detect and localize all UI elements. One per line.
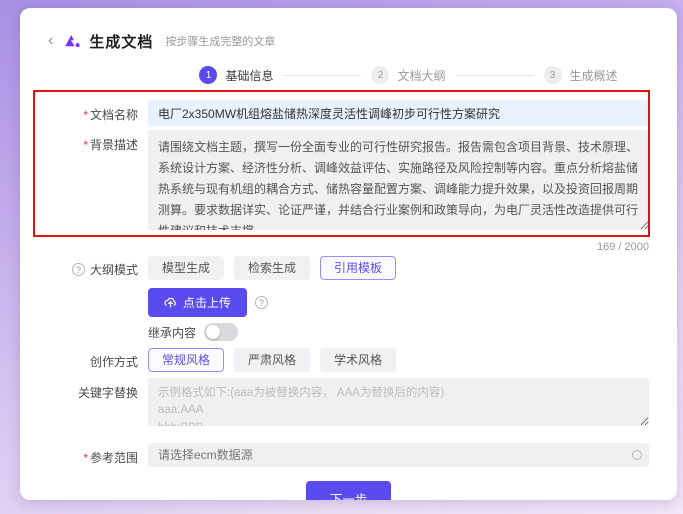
char-counter: 169 / 2000 (20, 239, 677, 253)
step-3-label: 生成概述 (570, 67, 618, 84)
required-mark: * (83, 108, 88, 122)
reference-row: *参考范围 (20, 443, 677, 467)
stepper-connector (283, 75, 361, 76)
back-chevron-icon[interactable]: ‹ (46, 33, 55, 49)
doc-name-label: *文档名称 (28, 100, 148, 123)
upload-icon (164, 296, 177, 309)
doc-name-row: *文档名称 (20, 100, 677, 126)
style-regular-chip[interactable]: 常规风格 (148, 348, 224, 372)
required-mark: * (83, 138, 88, 152)
outline-mode-retrieval-chip[interactable]: 检索生成 (234, 256, 310, 280)
step-1-dot: 1 (199, 66, 217, 84)
step-2-dot: 2 (371, 66, 389, 84)
style-serious-chip[interactable]: 严肃风格 (234, 348, 310, 372)
keyword-row: 关键字替换 (20, 378, 677, 431)
reference-select-input[interactable] (148, 443, 649, 467)
keyword-textarea[interactable] (148, 378, 649, 426)
upload-button[interactable]: 点击上传 (148, 288, 247, 317)
inherit-label: 继承内容 (148, 324, 196, 341)
doc-name-input[interactable] (148, 100, 649, 126)
background-textarea[interactable]: 请围绕文档主题，撰写一份全面专业的可行性研究报告。报告需包含项目背景、技术原理、… (148, 130, 649, 230)
reference-label: *参考范围 (28, 443, 148, 466)
header: ‹ 生成文档 按步骤生成完整的文章 (46, 30, 677, 52)
outline-mode-row: ? 大纲模式 模型生成 检索生成 引用模板 (20, 255, 677, 280)
upload-row: 点击上传 ? (20, 288, 677, 317)
outline-mode-model-chip[interactable]: 模型生成 (148, 256, 224, 280)
step-basic-info: 1 基础信息 (199, 66, 273, 84)
required-mark: * (83, 451, 88, 465)
page-subtitle: 按步骤生成完整的文章 (165, 33, 275, 49)
inherit-toggle[interactable] (204, 323, 238, 341)
step-generate-summary: 3 生成概述 (544, 66, 618, 84)
background-row: *背景描述 请围绕文档主题，撰写一份全面专业的可行性研究报告。报告需包含项目背景… (20, 130, 677, 235)
outline-mode-template-chip[interactable]: 引用模板 (320, 256, 396, 280)
upload-button-label: 点击上传 (183, 294, 231, 311)
style-label: 创作方式 (28, 347, 148, 370)
reference-picker-icon[interactable] (632, 450, 642, 460)
basic-info-form: *文档名称 *背景描述 请围绕文档主题，撰写一份全面专业的可行性研究报告。报告需… (20, 100, 677, 500)
stepper-connector (456, 75, 534, 76)
style-row: 创作方式 常规风格 严肃风格 学术风格 (20, 347, 677, 372)
page-title: 生成文档 (89, 31, 153, 52)
step-doc-outline: 2 文档大纲 (371, 66, 445, 84)
app-logo-icon (63, 32, 81, 50)
outline-mode-label: ? 大纲模式 (28, 255, 148, 278)
step-2-label: 文档大纲 (397, 67, 445, 84)
style-academic-chip[interactable]: 学术风格 (320, 348, 396, 372)
inherit-row: 继承内容 (20, 323, 677, 341)
step-1-label: 基础信息 (225, 67, 273, 84)
next-step-button[interactable]: 下一步 (306, 481, 392, 500)
toggle-knob (206, 325, 220, 339)
stepper: 1 基础信息 2 文档大纲 3 生成概述 (20, 66, 677, 84)
background-label: *背景描述 (28, 130, 148, 153)
keyword-label: 关键字替换 (28, 378, 148, 401)
step-3-dot: 3 (544, 66, 562, 84)
upload-help-icon[interactable]: ? (255, 296, 268, 309)
help-icon[interactable]: ? (72, 263, 85, 276)
main-card: ‹ 生成文档 按步骤生成完整的文章 1 基础信息 2 文档大纲 3 生成概述 (20, 8, 677, 500)
